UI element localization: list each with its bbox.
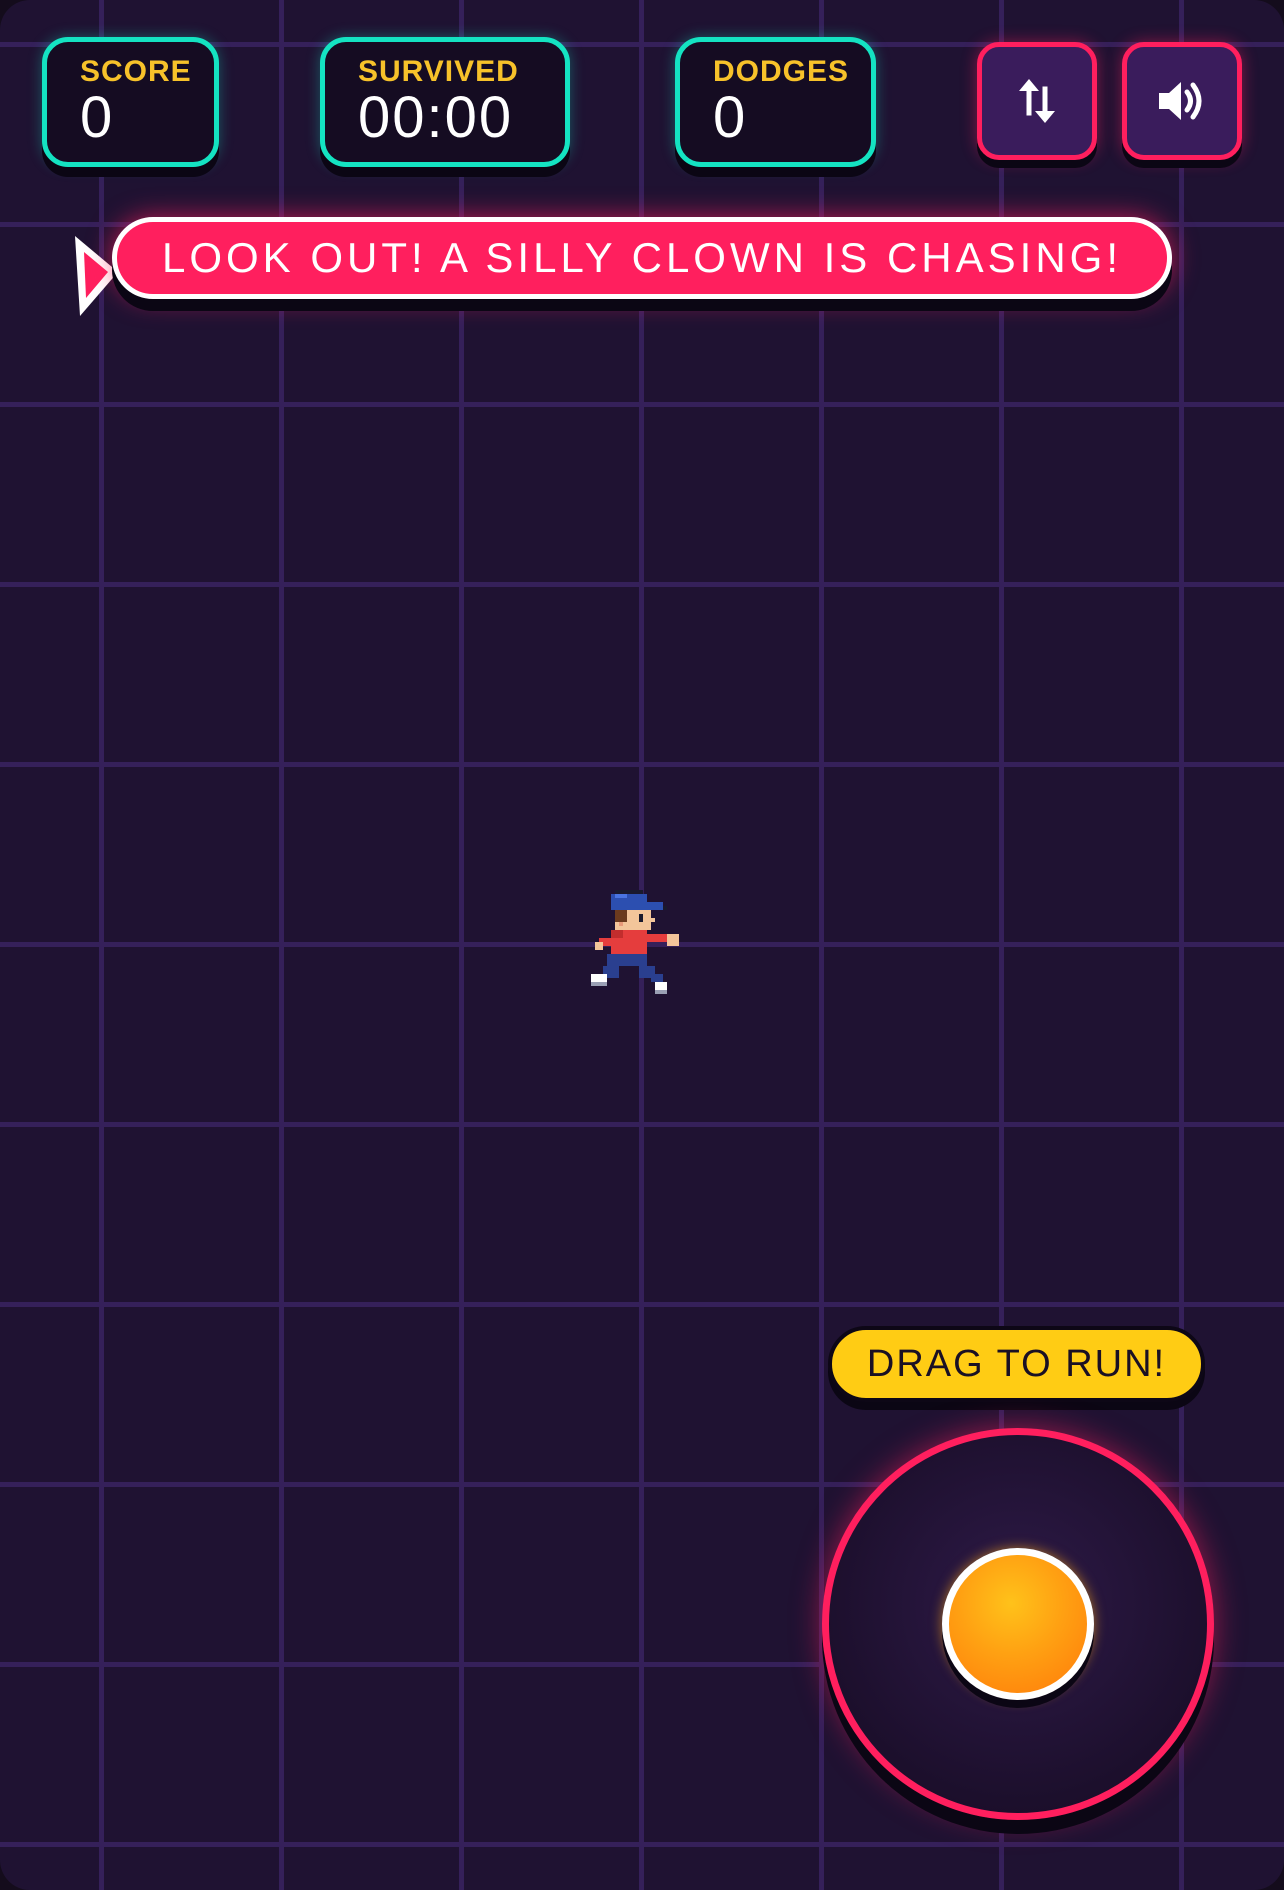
drag-hint-pill: DRAG TO RUN! (828, 1326, 1205, 1402)
survived-label: SURVIVED (358, 55, 519, 88)
score-panel: SCORE 0 (42, 37, 219, 167)
game-stage[interactable]: SCORE 0 SURVIVED 00:00 DODGES 0 LOOK OUT… (0, 0, 1284, 1890)
joystick-base[interactable] (822, 1428, 1214, 1820)
sound-button[interactable] (1122, 42, 1242, 160)
speaker-icon (1159, 82, 1202, 120)
warning-banner-text: LOOK OUT! A SILLY CLOWN IS CHASING! (161, 234, 1122, 281)
swap-arrows-icon (1019, 79, 1055, 123)
score-value: 0 (80, 85, 113, 150)
dodges-label: DODGES (713, 55, 850, 88)
score-label: SCORE (80, 55, 192, 88)
running-boy-sprite (591, 890, 679, 994)
joystick-knob[interactable] (942, 1548, 1094, 1700)
dodges-value: 0 (713, 85, 746, 150)
drag-hint-text: DRAG TO RUN! (866, 1342, 1167, 1385)
dodges-panel: DODGES 0 (675, 37, 876, 167)
warning-banner: LOOK OUT! A SILLY CLOWN IS CHASING! (112, 217, 1172, 299)
survived-value: 00:00 (358, 85, 514, 150)
survived-panel: SURVIVED 00:00 (320, 37, 570, 167)
swap-button[interactable] (977, 42, 1097, 160)
